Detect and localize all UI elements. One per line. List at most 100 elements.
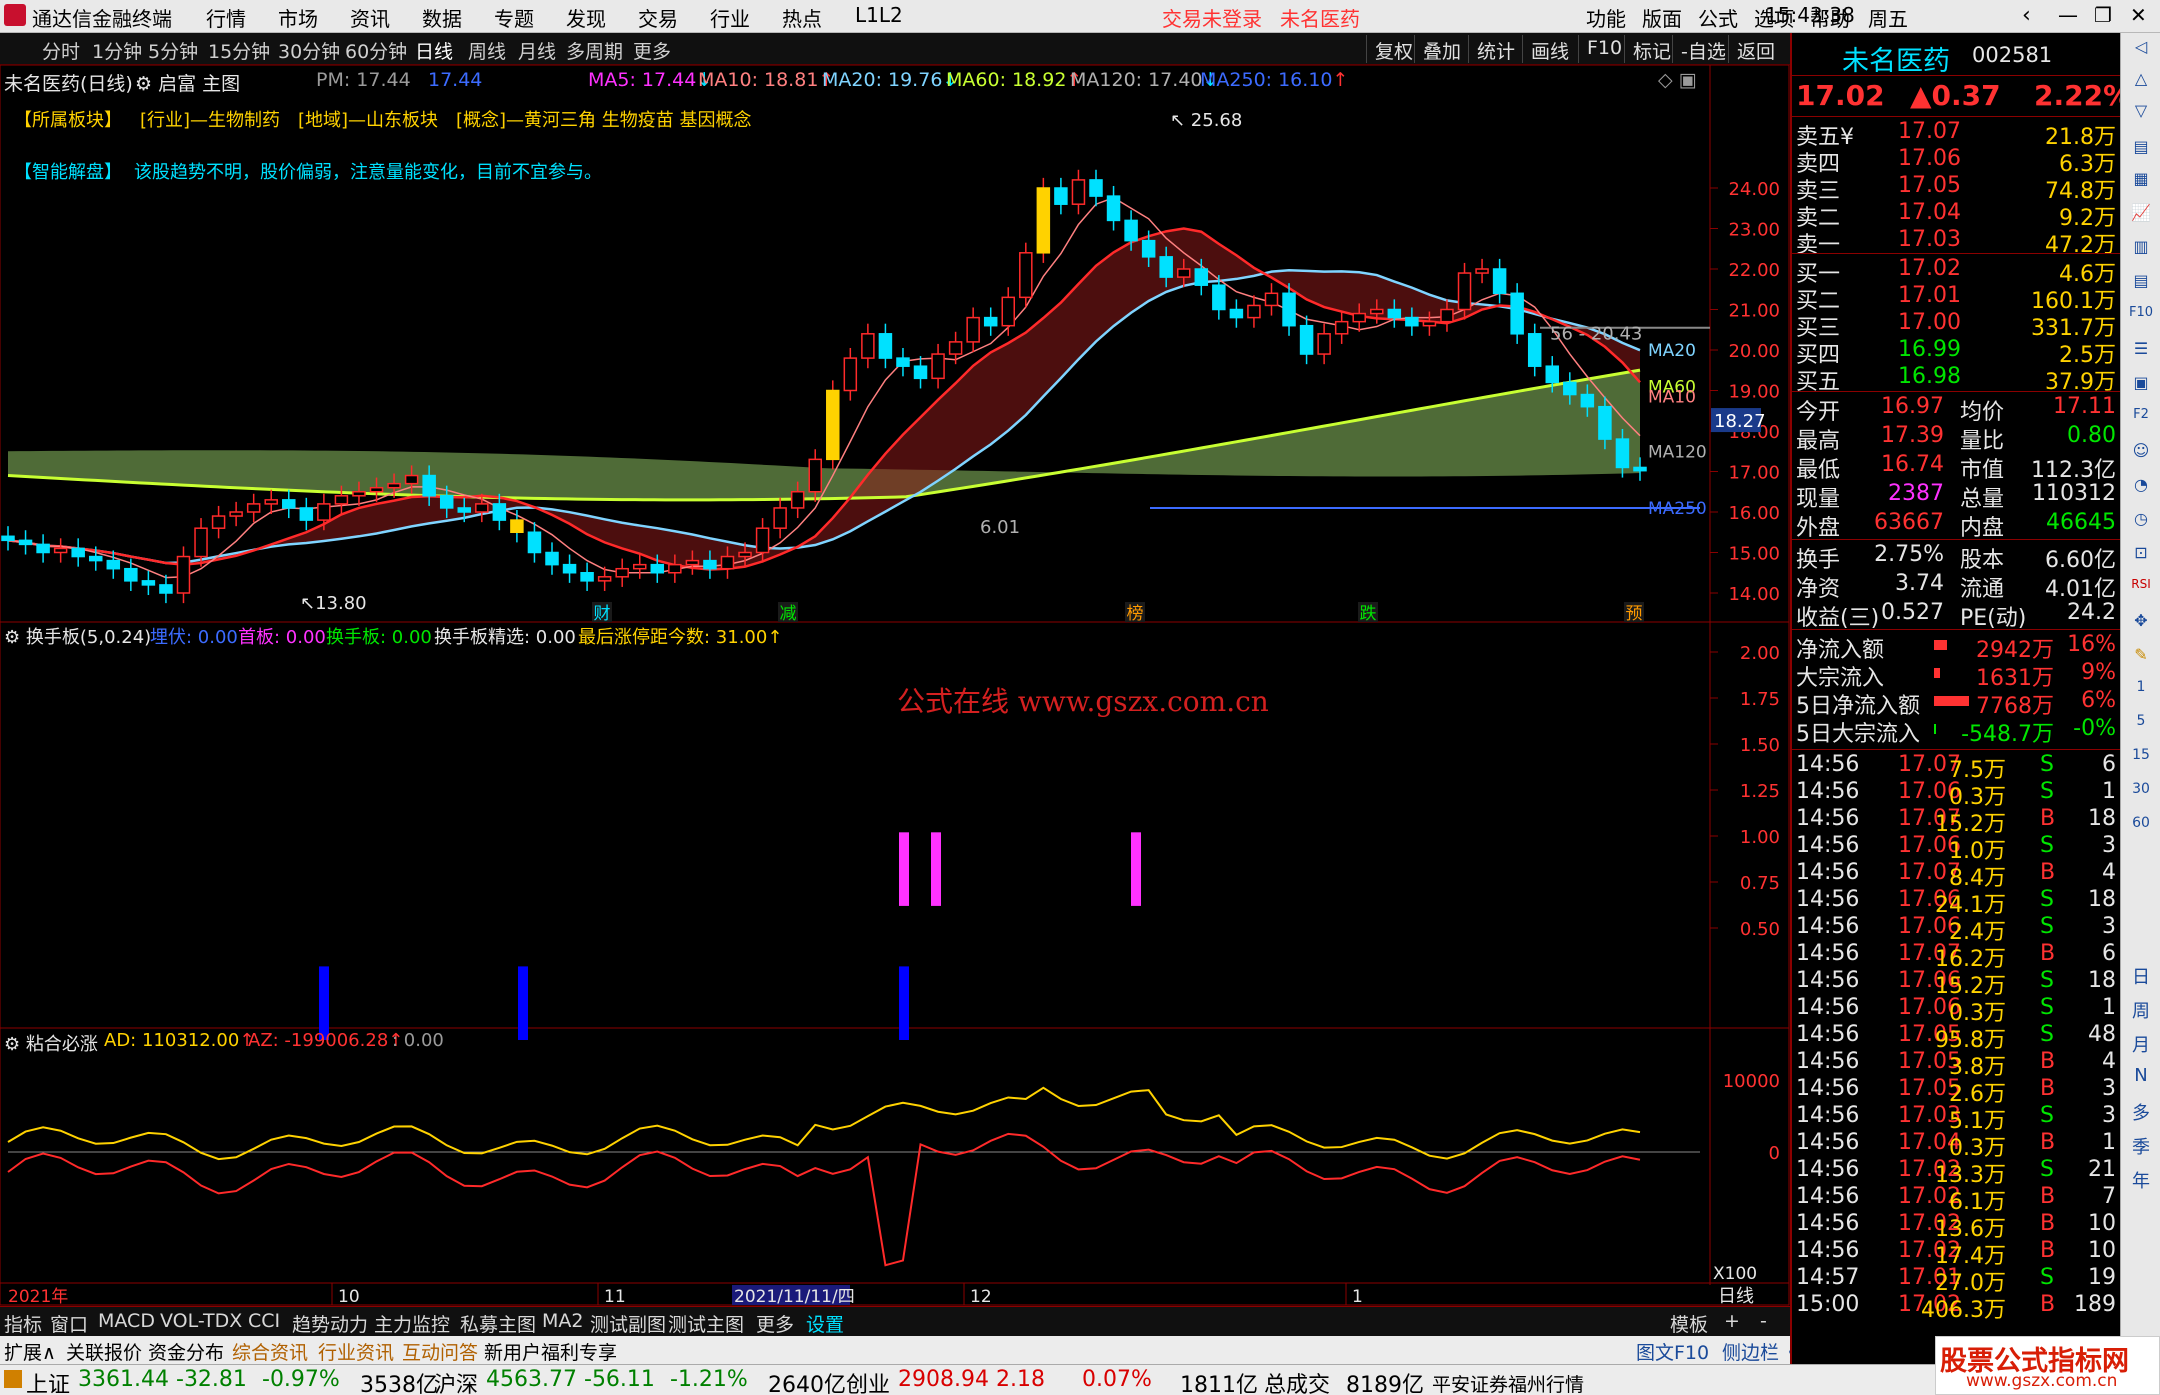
pie-icon[interactable]: ◔ xyxy=(2125,475,2157,503)
chart-options-icon[interactable]: ◇ ▣ xyxy=(1658,69,1697,91)
sidebar-period-年[interactable]: 年 xyxy=(2125,1167,2157,1195)
sidebar-period-月[interactable]: 月 xyxy=(2125,1031,2157,1059)
ext-tab-right[interactable]: 侧边栏《 xyxy=(1722,1338,1798,1365)
tick-row[interactable]: 14:56 17.07 8.4万 B 4 xyxy=(1794,860,2120,891)
calendar-icon[interactable]: ▣ xyxy=(2125,373,2157,401)
sidebar-period-N[interactable]: N xyxy=(2125,1065,2157,1093)
toolbar--自选[interactable]: -自选 xyxy=(1672,35,1734,63)
toolbar-叠加[interactable]: 叠加 xyxy=(1414,35,1469,63)
table-icon[interactable]: ▤ xyxy=(2125,271,2157,299)
menu-功能[interactable]: 功能 xyxy=(1586,3,1626,32)
ext-tab-扩展∧[interactable]: 扩展∧ xyxy=(4,1338,56,1365)
face-icon[interactable]: ☺ xyxy=(2125,441,2157,469)
tab-15min[interactable]: 15 xyxy=(2125,747,2157,775)
indicator-tab-right[interactable]: - xyxy=(1760,1310,1767,1332)
tick-row[interactable]: 14:56 17.07 15.2万 B 18 xyxy=(1794,806,2120,837)
toolbar-标记[interactable]: 标记 xyxy=(1624,35,1679,63)
menu-资讯[interactable]: 资讯 xyxy=(350,3,390,32)
toolbar-返回[interactable]: 返回 xyxy=(1728,35,1783,63)
arrow-left-icon[interactable]: ◁ xyxy=(2125,37,2157,65)
menu-行业[interactable]: 行业 xyxy=(710,3,750,32)
restore-icon[interactable]: ❐ xyxy=(2094,3,2112,27)
indicator-tab-私募主图[interactable]: 私募主图 xyxy=(460,1310,536,1337)
indicator-tab-CCI[interactable]: CCI xyxy=(248,1310,280,1332)
indicator-tab-VOL-TDX[interactable]: VOL-TDX xyxy=(160,1310,242,1332)
menu-公式[interactable]: 公式 xyxy=(1698,3,1738,32)
move-icon[interactable]: ✥ xyxy=(2125,611,2157,639)
sidebar-period-周[interactable]: 周 xyxy=(2125,997,2157,1025)
main-chart-selector[interactable]: ⚙ 启富 主图 xyxy=(135,69,240,96)
indicator-tab-right[interactable]: 模板 xyxy=(1670,1310,1708,1337)
period-tab-5分钟[interactable]: 5分钟 xyxy=(148,37,198,64)
line-chart-icon[interactable]: 📈 xyxy=(2125,203,2157,231)
tick-row[interactable]: 14:56 17.06 24.1万 S 18 xyxy=(1794,887,2120,918)
grid-icon[interactable]: ▦ xyxy=(2125,169,2157,197)
sidebar-period-多[interactable]: 多 xyxy=(2125,1099,2157,1127)
ext-tab-互动问答[interactable]: 互动问答 xyxy=(402,1338,478,1365)
menu-发现[interactable]: 发现 xyxy=(566,3,606,32)
period-tab-周线[interactable]: 周线 xyxy=(468,37,506,64)
chart2-icon[interactable]: ⊡ xyxy=(2125,543,2157,571)
period-tab-1分钟[interactable]: 1分钟 xyxy=(92,37,142,64)
menu-数据[interactable]: 数据 xyxy=(422,3,462,32)
indicator-tab-窗口[interactable]: 窗口 xyxy=(50,1310,88,1337)
indicator-tab-主力监控[interactable]: 主力监控 xyxy=(374,1310,450,1337)
tick-row[interactable]: 14:56 17.05 95.8万 S 48 xyxy=(1794,1022,2120,1053)
menu-专题[interactable]: 专题 xyxy=(494,3,534,32)
period-tab-分时[interactable]: 分时 xyxy=(42,37,80,64)
close-icon[interactable]: ✕ xyxy=(2130,3,2147,27)
back-icon[interactable]: ‹ xyxy=(2022,3,2031,28)
menu-交易[interactable]: 交易 xyxy=(638,3,678,32)
indicator-tab-MACD[interactable]: MACD xyxy=(98,1310,155,1332)
indicator-tab-指标[interactable]: 指标 xyxy=(4,1310,42,1337)
toolbar-复权[interactable]: 复权 xyxy=(1366,35,1421,63)
ext-tab-综合资讯[interactable]: 综合资讯 xyxy=(232,1338,308,1365)
toolbar-画线[interactable]: 画线 xyxy=(1522,35,1577,63)
tick-row[interactable]: 14:56 17.06 0.3万 S 1 xyxy=(1794,779,2120,810)
ext-tab-关联报价[interactable]: 关联报价 xyxy=(66,1338,142,1365)
chart-area[interactable]: 24.0023.0022.0021.0020.0019.0018.0017.00… xyxy=(0,65,1790,1306)
tab-5min[interactable]: 5 xyxy=(2125,713,2157,741)
tick-row[interactable]: 14:56 17.05 2.6万 B 3 xyxy=(1794,1076,2120,1107)
f10-icon[interactable]: F10 xyxy=(2125,305,2157,333)
indicator-tab-趋势动力[interactable]: 趋势动力 xyxy=(292,1310,368,1337)
menu-市场[interactable]: 市场 xyxy=(278,3,318,32)
menu-热点[interactable]: 热点 xyxy=(782,3,822,32)
menu-版面[interactable]: 版面 xyxy=(1642,3,1682,32)
tick-row[interactable]: 14:56 17.07 7.5万 S 6 xyxy=(1794,752,2120,783)
ext-tab-行业资讯[interactable]: 行业资讯 xyxy=(318,1338,394,1365)
indicator-tab-right[interactable]: + xyxy=(1724,1310,1740,1332)
tick-row[interactable]: 14:56 17.06 1.0万 S 3 xyxy=(1794,833,2120,864)
sidebar-period-日[interactable]: 日 xyxy=(2125,963,2157,991)
gauge-icon[interactable]: ◷ xyxy=(2125,509,2157,537)
period-tab-60分钟[interactable]: 60分钟 xyxy=(345,37,407,64)
tick-row[interactable]: 14:56 17.02 13.3万 S 21 xyxy=(1794,1157,2120,1188)
period-tab-日线[interactable]: 日线 xyxy=(415,37,453,64)
arrow-up-icon[interactable]: △ xyxy=(2125,69,2157,97)
tick-row[interactable]: 14:56 17.02 17.4万 B 10 xyxy=(1794,1238,2120,1269)
menu-L1L2[interactable]: L1L2 xyxy=(855,3,903,27)
login-status[interactable]: 交易未登录 xyxy=(1162,3,1262,32)
pen-icon[interactable]: ✎ xyxy=(2125,645,2157,673)
tick-row[interactable]: 14:56 17.06 0.3万 S 1 xyxy=(1794,995,2120,1026)
tick-row[interactable]: 14:56 17.02 13.6万 B 10 xyxy=(1794,1211,2120,1242)
tick-row[interactable]: 14:56 17.03 5.1万 S 3 xyxy=(1794,1103,2120,1134)
ext-tab-新用户福利专享[interactable]: 新用户福利专享 xyxy=(484,1338,617,1365)
menu-行情[interactable]: 行情 xyxy=(206,3,246,32)
tab-30min[interactable]: 30 xyxy=(2125,781,2157,809)
period-tab-月线[interactable]: 月线 xyxy=(518,37,556,64)
tick-row[interactable]: 14:56 17.04 0.3万 B 1 xyxy=(1794,1130,2120,1161)
tick-row[interactable]: 14:56 17.07 16.2万 B 6 xyxy=(1794,941,2120,972)
indicator2-name[interactable]: ⚙ 粘合必涨 xyxy=(4,1030,98,1056)
indicator-tab-MA2[interactable]: MA2 xyxy=(542,1310,583,1332)
indicator-tab-测试主图[interactable]: 测试主图 xyxy=(668,1310,744,1337)
chart-icon[interactable]: ▤ xyxy=(2125,137,2157,165)
tick-row[interactable]: 14:56 17.05 3.8万 B 4 xyxy=(1794,1049,2120,1080)
ext-tab-资金分布[interactable]: 资金分布 xyxy=(148,1338,224,1365)
sidebar-period-季[interactable]: 季 xyxy=(2125,1133,2157,1161)
toolbar-F10[interactable]: F10 xyxy=(1578,35,1630,63)
tick-row[interactable]: 14:56 17.06 15.2万 S 18 xyxy=(1794,968,2120,999)
period-tab-更多[interactable]: 更多 xyxy=(633,37,671,64)
tick-row[interactable]: 14:57 17.01 27.0万 S 19 xyxy=(1794,1265,2120,1296)
period-tab-15分钟[interactable]: 15分钟 xyxy=(208,37,270,64)
